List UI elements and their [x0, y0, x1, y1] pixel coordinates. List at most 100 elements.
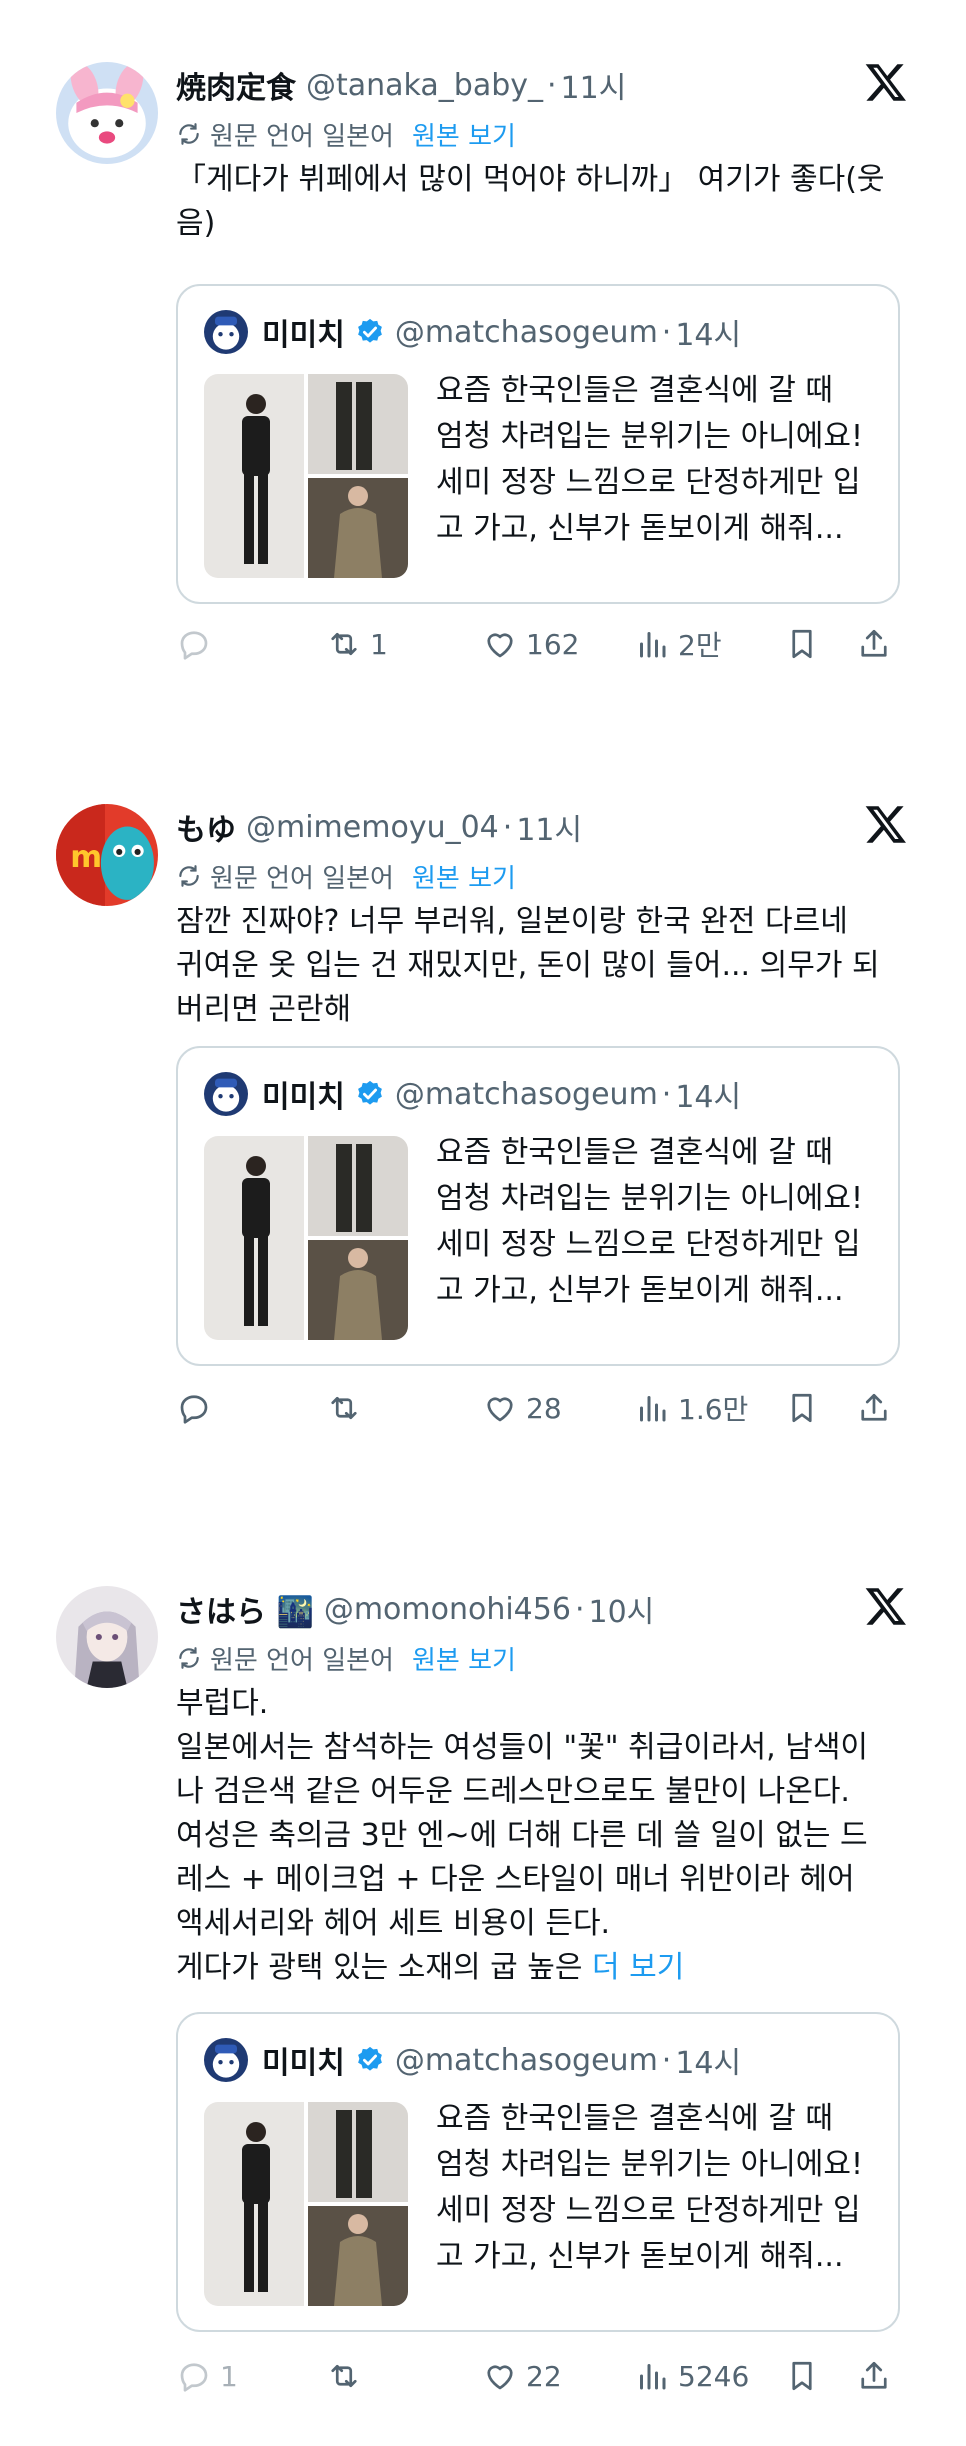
timestamp[interactable]: 11시	[561, 63, 627, 107]
reply-button[interactable]: 1	[176, 2352, 238, 2400]
translation-notice: 원문 언어 일본어 원본 보기	[176, 1638, 516, 1678]
quoted-avatar-image	[204, 1072, 248, 1116]
quoted-avatar[interactable]	[204, 2038, 248, 2082]
quoted-display-name[interactable]: 미미치	[262, 1072, 345, 1116]
like-button[interactable]: 22	[482, 2352, 562, 2400]
x-logo-icon[interactable]	[864, 60, 908, 104]
repost-icon	[331, 1396, 357, 1420]
tweet-text-line: 음)	[176, 206, 216, 241]
bookmark-button[interactable]	[784, 2352, 820, 2400]
quoted-avatar[interactable]	[204, 310, 248, 354]
x-logo-icon[interactable]	[864, 1584, 908, 1628]
show-original-link[interactable]: 원본 보기	[412, 116, 516, 153]
share-button[interactable]	[856, 620, 892, 668]
tweet[interactable]: さはら 🌃 @momonohi456 · 10시 원문 언어 일본어 원본 보기…	[0, 1582, 966, 2402]
translation-label: 원문 언어 일본어	[210, 121, 394, 152]
quoted-display-name[interactable]: 미미치	[262, 2038, 345, 2082]
svg-text:m: m	[70, 840, 102, 875]
display-name[interactable]: もゆ	[176, 805, 236, 849]
quoted-text-line: 세미 정장 느낌으로 단정하게만 입	[436, 465, 861, 500]
quoted-text-line: 세미 정장 느낌으로 단정하게만 입	[436, 1227, 861, 1262]
views-icon	[640, 2364, 666, 2390]
show-original-link[interactable]: 원본 보기	[412, 1640, 516, 1677]
quoted-media[interactable]	[204, 2102, 408, 2306]
share-button[interactable]	[856, 2352, 892, 2400]
timestamp[interactable]: 10시	[589, 1587, 655, 1631]
repost-count: 1	[370, 627, 388, 661]
views-button[interactable]: 2만	[634, 620, 722, 668]
tweet-header: さはら 🌃 @momonohi456 · 10시	[176, 1582, 654, 1636]
show-original-link[interactable]: 원본 보기	[412, 858, 516, 895]
bookmark-button[interactable]	[784, 1384, 820, 1432]
show-more-link[interactable]: 더 보기	[592, 1950, 684, 1985]
quoted-tweet[interactable]: 미미치 @matchasogeum · 14시 요즘 한국인들은 결혼식에 갈 …	[176, 1046, 900, 1366]
verified-icon	[357, 318, 382, 343]
bookmark-button[interactable]	[784, 620, 820, 668]
quoted-avatar[interactable]	[204, 1072, 248, 1116]
avatar-image: m	[56, 804, 158, 906]
avatar[interactable]	[56, 62, 158, 164]
separator-dot: ·	[661, 314, 672, 350]
tweet-text-line: 액세서리와 헤어 세트 비용이 든다.	[176, 1906, 611, 1941]
like-button[interactable]: 28	[482, 1384, 562, 1432]
views-count: 2만	[678, 629, 722, 662]
translate-icon	[179, 865, 199, 887]
views-button[interactable]: 5246	[634, 2352, 749, 2400]
bookmark-icon	[792, 629, 812, 659]
like-icon	[487, 633, 513, 658]
avatar-image	[56, 1586, 158, 1688]
quoted-media[interactable]	[204, 374, 408, 578]
quoted-handle[interactable]: @matchasogeum	[395, 2043, 658, 2078]
reply-icon	[180, 631, 208, 660]
repost-button[interactable]	[326, 2352, 370, 2400]
quoted-timestamp[interactable]: 14시	[675, 310, 741, 354]
user-handle[interactable]: @momonohi456	[324, 1592, 571, 1627]
reply-button[interactable]	[176, 1384, 220, 1432]
bookmark-icon	[792, 2361, 812, 2391]
like-count: 22	[526, 2359, 562, 2393]
quoted-handle[interactable]: @matchasogeum	[395, 315, 658, 350]
timestamp[interactable]: 11시	[516, 805, 582, 849]
action-bar: 1 22 5246	[176, 2352, 916, 2400]
quoted-text-line: 요즘 한국인들은 결혼식에 갈 때	[436, 2101, 833, 2136]
views-icon	[640, 632, 666, 658]
reply-button[interactable]	[176, 620, 220, 668]
verified-icon	[357, 1080, 382, 1105]
tweet[interactable]: m もゆ @mimemoyu_04 · 11시 원문 언어 일본어 원본 보기 …	[0, 800, 966, 1426]
x-logo-icon[interactable]	[864, 802, 908, 846]
user-handle[interactable]: @tanaka_baby_	[306, 68, 543, 103]
quoted-text: 요즘 한국인들은 결혼식에 갈 때 엄청 차려입는 분위기는 아니에요! 세미 …	[436, 1130, 886, 1314]
quoted-tweet[interactable]: 미미치 @matchasogeum · 14시 요즘 한국인들은 결혼식에 갈 …	[176, 2012, 900, 2332]
repost-button[interactable]: 1	[326, 620, 388, 668]
tweet-text: 「게다가 뷔페에서 많이 먹어야 하니까」 여기가 좋다(웃 음)	[176, 158, 916, 246]
display-name[interactable]: 焼肉定食	[176, 63, 296, 107]
translate-icon	[179, 123, 199, 145]
quoted-text-line: 요즘 한국인들은 결혼식에 갈 때	[436, 373, 833, 408]
tweet-header: もゆ @mimemoyu_04 · 11시	[176, 800, 582, 854]
views-button[interactable]: 1.6만	[634, 1384, 748, 1432]
quoted-display-name[interactable]: 미미치	[262, 310, 345, 354]
quoted-media-image	[204, 1136, 408, 1340]
avatar[interactable]: m	[56, 804, 158, 906]
share-button[interactable]	[856, 1384, 892, 1432]
quoted-timestamp[interactable]: 14시	[675, 2038, 741, 2082]
action-bar: 28 1.6만	[176, 1384, 916, 1432]
quoted-header: 미미치 @matchasogeum · 14시	[262, 1068, 741, 1120]
reply-icon	[180, 1395, 208, 1424]
quoted-tweet[interactable]: 미미치 @matchasogeum · 14시 요즘 한국인들은 결혼식에 갈 …	[176, 284, 900, 604]
display-name[interactable]: さはら 🌃	[176, 1587, 314, 1631]
quoted-text-line: 엄청 차려입는 분위기는 아니에요!	[436, 2147, 864, 2182]
tweet-text-line: 귀여운 옷 입는 건 재밌지만, 돈이 많이 들어... 의무가 되	[176, 948, 880, 983]
tweet[interactable]: 焼肉定食 @tanaka_baby_ · 11시 원문 언어 일본어 원본 보기…	[0, 58, 966, 662]
like-icon	[487, 2365, 513, 2390]
separator-dot: ·	[547, 67, 557, 103]
quoted-handle[interactable]: @matchasogeum	[395, 1077, 658, 1112]
user-handle[interactable]: @mimemoyu_04	[246, 810, 499, 845]
avatar[interactable]	[56, 1586, 158, 1688]
like-button[interactable]: 162	[482, 620, 579, 668]
quoted-media[interactable]	[204, 1136, 408, 1340]
repost-button[interactable]	[326, 1384, 370, 1432]
repost-icon	[331, 632, 357, 656]
quoted-timestamp[interactable]: 14시	[675, 1072, 741, 1116]
views-icon	[640, 1396, 666, 1422]
